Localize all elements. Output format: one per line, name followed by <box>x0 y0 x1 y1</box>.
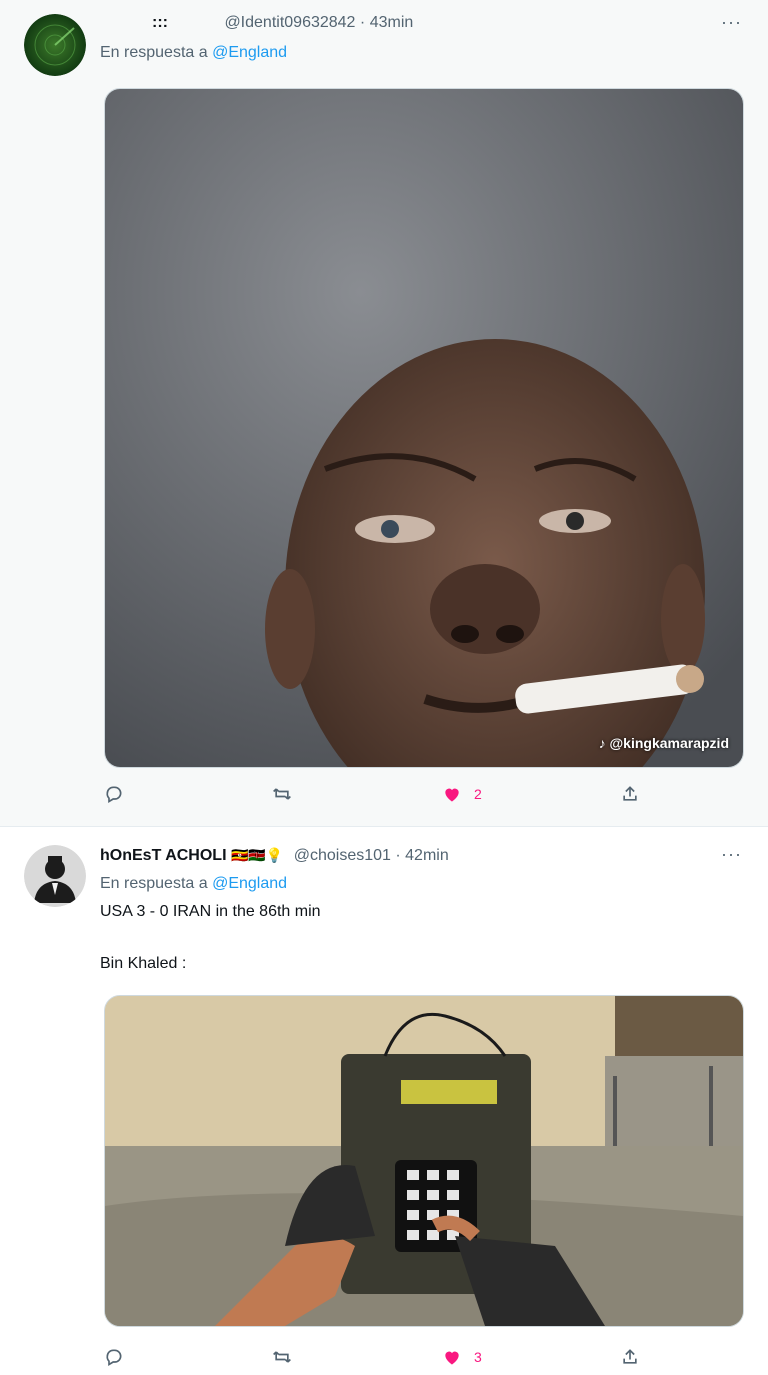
retweet-button[interactable] <box>272 784 292 804</box>
person-avatar-icon <box>24 845 86 907</box>
tweet-header: hOnEsT ACHOLI 🇺🇬🇰🇪💡 @choises101 · 42min <box>100 847 738 869</box>
watermark-text: @kingkamarapzid <box>609 735 729 751</box>
share-icon <box>623 786 637 801</box>
avatar[interactable] <box>24 14 86 76</box>
timestamp[interactable]: 43min <box>370 14 414 31</box>
tweet-image[interactable] <box>104 995 744 1327</box>
reply-button[interactable] <box>104 784 124 804</box>
reply-context: En respuesta a @England <box>100 875 287 893</box>
retweet-icon <box>273 1351 291 1363</box>
retweet-icon <box>273 788 291 800</box>
game-bomb-defuse-photo <box>105 996 743 1326</box>
share-button[interactable] <box>620 1347 640 1367</box>
tweet-1[interactable]: ::: @Identit09632842 · 43min ··· En resp… <box>0 0 768 827</box>
tweet-image[interactable]: ♪ @kingkamarapzid <box>104 88 744 768</box>
like-button[interactable]: 3 <box>442 1347 482 1367</box>
tweet-header: ::: @Identit09632842 · 43min <box>100 14 738 36</box>
separator: · <box>395 847 401 864</box>
display-name[interactable]: ::: <box>152 14 168 31</box>
avatar[interactable] <box>24 845 86 907</box>
timestamp[interactable]: 42min <box>405 847 449 864</box>
tweet-2[interactable]: hOnEsT ACHOLI 🇺🇬🇰🇪💡 @choises101 · 42min … <box>0 827 768 1372</box>
more-icon[interactable]: ··· <box>721 844 742 865</box>
like-count: 3 <box>474 1349 482 1365</box>
share-icon <box>623 1349 637 1364</box>
tweet-actions: 2 <box>104 784 644 812</box>
reply-prefix: En respuesta a <box>100 875 208 892</box>
separator: · <box>359 14 366 31</box>
mention-link[interactable]: @England <box>212 44 287 61</box>
display-name[interactable]: hOnEsT ACHOLI <box>100 847 227 864</box>
tweet-actions: 3 <box>104 1347 644 1375</box>
heart-icon <box>445 788 459 802</box>
reply-prefix: En respuesta a <box>100 44 208 61</box>
tweet-text-line-2: Bin Khaled : <box>100 955 187 972</box>
reply-context: En respuesta a @England <box>100 44 287 62</box>
reply-icon <box>106 1349 122 1366</box>
user-handle[interactable]: @Identit09632842 <box>224 14 355 31</box>
tiktok-icon: ♪ <box>598 735 606 751</box>
reply-button[interactable] <box>104 1347 124 1367</box>
share-button[interactable] <box>620 784 640 804</box>
tiktok-watermark: ♪ @kingkamarapzid <box>599 735 729 751</box>
more-icon[interactable]: ··· <box>721 12 742 33</box>
user-handle[interactable]: @choises101 <box>294 847 391 864</box>
man-smoking-photo <box>105 89 743 767</box>
tweet-text-line-1: USA 3 - 0 IRAN in the 86th min <box>100 903 321 920</box>
retweet-button[interactable] <box>272 1347 292 1367</box>
like-button[interactable]: 2 <box>442 784 482 804</box>
heart-icon <box>445 1351 459 1365</box>
radar-avatar-icon <box>24 14 86 76</box>
mention-link[interactable]: @England <box>212 875 287 892</box>
like-count: 2 <box>474 786 482 802</box>
name-emojis: 🇺🇬🇰🇪💡 <box>230 847 284 863</box>
reply-icon <box>106 786 122 803</box>
